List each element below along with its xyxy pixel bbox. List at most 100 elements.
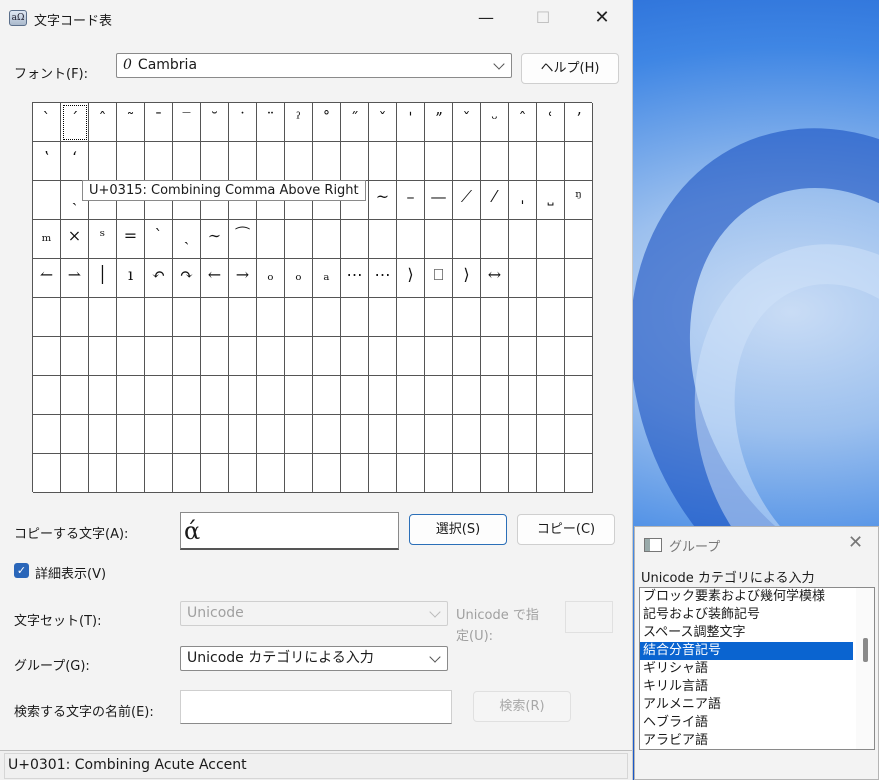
- character-cell[interactable]: [537, 454, 565, 493]
- character-cell[interactable]: [89, 376, 117, 415]
- group-list-item[interactable]: ギリシャ語: [640, 660, 853, 678]
- character-cell[interactable]: [481, 415, 509, 454]
- group-list-item[interactable]: アラビア語: [640, 732, 853, 749]
- character-cell[interactable]: [229, 337, 257, 376]
- character-cell[interactable]: [229, 454, 257, 493]
- character-cell[interactable]: ⎕: [425, 259, 453, 298]
- character-cell[interactable]: [453, 415, 481, 454]
- character-cell[interactable]: ⟩: [453, 259, 481, 298]
- character-cell[interactable]: [61, 454, 89, 493]
- character-cell[interactable]: [285, 142, 313, 181]
- group-list-item[interactable]: 記号および装飾記号: [640, 606, 853, 624]
- character-cell[interactable]: [425, 415, 453, 454]
- character-cell[interactable]: [89, 298, 117, 337]
- character-cell[interactable]: [509, 220, 537, 259]
- character-cell[interactable]: [117, 376, 145, 415]
- character-cell[interactable]: [89, 415, 117, 454]
- character-cell[interactable]: [397, 415, 425, 454]
- character-cell[interactable]: [341, 415, 369, 454]
- character-cell[interactable]: [285, 220, 313, 259]
- character-cell[interactable]: [509, 298, 537, 337]
- character-cell[interactable]: [33, 298, 61, 337]
- search-button[interactable]: 検索(R): [473, 691, 571, 722]
- character-cell[interactable]: [257, 376, 285, 415]
- character-cell[interactable]: [201, 415, 229, 454]
- copy-characters-input[interactable]: ά: [180, 512, 399, 550]
- character-cell[interactable]: [33, 415, 61, 454]
- character-cell[interactable]: [145, 415, 173, 454]
- character-cell[interactable]: ˙: [229, 103, 257, 142]
- character-cell[interactable]: [117, 337, 145, 376]
- character-cell[interactable]: ʻ: [61, 142, 89, 181]
- character-cell[interactable]: ˜: [117, 103, 145, 142]
- character-cell[interactable]: [285, 376, 313, 415]
- group-list[interactable]: ブロック要素および幾何学模様 記号および装飾記号 スペース調整文字 結合分音記号 ギリシ…: [639, 587, 875, 750]
- character-cell[interactable]: ˽: [537, 181, 565, 220]
- character-cell[interactable]: [61, 376, 89, 415]
- character-cell[interactable]: ı: [117, 259, 145, 298]
- character-cell[interactable]: ˝: [341, 103, 369, 142]
- help-button[interactable]: ヘルプ(H): [521, 53, 619, 84]
- character-cell[interactable]: [481, 298, 509, 337]
- character-cell[interactable]: [61, 298, 89, 337]
- copy-button[interactable]: コピー(C): [517, 514, 615, 545]
- character-cell[interactable]: [369, 220, 397, 259]
- character-cell[interactable]: [33, 376, 61, 415]
- character-cell[interactable]: ˈ: [397, 103, 425, 142]
- character-cell[interactable]: [285, 454, 313, 493]
- character-cell[interactable]: ₘ: [33, 220, 61, 259]
- character-cell[interactable]: [61, 337, 89, 376]
- character-cell[interactable]: [509, 142, 537, 181]
- character-cell[interactable]: [425, 454, 453, 493]
- character-cell[interactable]: [341, 298, 369, 337]
- character-cell[interactable]: ʼ: [565, 103, 593, 142]
- character-cell[interactable]: ₒ: [257, 259, 285, 298]
- character-cell[interactable]: [145, 454, 173, 493]
- character-cell[interactable]: [313, 415, 341, 454]
- character-cell[interactable]: [145, 376, 173, 415]
- character-cell[interactable]: [313, 337, 341, 376]
- character-cell[interactable]: ‾: [173, 103, 201, 142]
- character-cell[interactable]: [537, 337, 565, 376]
- character-cell[interactable]: ᵑ: [565, 181, 593, 220]
- character-cell[interactable]: ⁄: [481, 181, 509, 220]
- character-cell[interactable]: [145, 142, 173, 181]
- character-cell[interactable]: [565, 376, 593, 415]
- character-cell[interactable]: ˘: [201, 103, 229, 142]
- close-icon[interactable]: ✕: [848, 532, 863, 553]
- group-list-item[interactable]: キリル言語: [640, 678, 853, 696]
- character-cell[interactable]: [425, 220, 453, 259]
- character-cell[interactable]: —: [425, 181, 453, 220]
- character-cell[interactable]: ∼: [201, 220, 229, 259]
- unicode-goto-input[interactable]: [565, 601, 613, 633]
- character-cell[interactable]: [397, 337, 425, 376]
- character-cell[interactable]: [201, 376, 229, 415]
- character-cell[interactable]: [173, 298, 201, 337]
- close-button[interactable]: ✕: [579, 0, 625, 36]
- character-cell[interactable]: [285, 415, 313, 454]
- character-cell[interactable]: ˆ: [89, 103, 117, 142]
- advanced-view-checkbox[interactable]: ✓: [14, 563, 29, 578]
- character-cell[interactable]: [565, 337, 593, 376]
- character-cell[interactable]: [313, 298, 341, 337]
- character-cell[interactable]: [117, 454, 145, 493]
- character-cell[interactable]: [201, 298, 229, 337]
- character-cell[interactable]: [537, 415, 565, 454]
- character-cell[interactable]: [565, 454, 593, 493]
- character-cell[interactable]: [453, 376, 481, 415]
- character-cell[interactable]: [117, 415, 145, 454]
- character-cell[interactable]: [173, 337, 201, 376]
- character-cell[interactable]: [33, 454, 61, 493]
- character-cell[interactable]: [509, 415, 537, 454]
- character-cell[interactable]: ~: [369, 181, 397, 220]
- character-cell[interactable]: [257, 337, 285, 376]
- character-cell[interactable]: [33, 337, 61, 376]
- character-cell[interactable]: [509, 454, 537, 493]
- group-list-item[interactable]: アルメニア語: [640, 696, 853, 714]
- character-cell[interactable]: [313, 454, 341, 493]
- character-cell[interactable]: [117, 142, 145, 181]
- character-cell[interactable]: [201, 454, 229, 493]
- character-cell[interactable]: ⇀: [61, 259, 89, 298]
- title-bar[interactable]: aΩ 文字コード表 — ☐ ✕: [0, 0, 633, 38]
- character-cell[interactable]: ˢ: [89, 220, 117, 259]
